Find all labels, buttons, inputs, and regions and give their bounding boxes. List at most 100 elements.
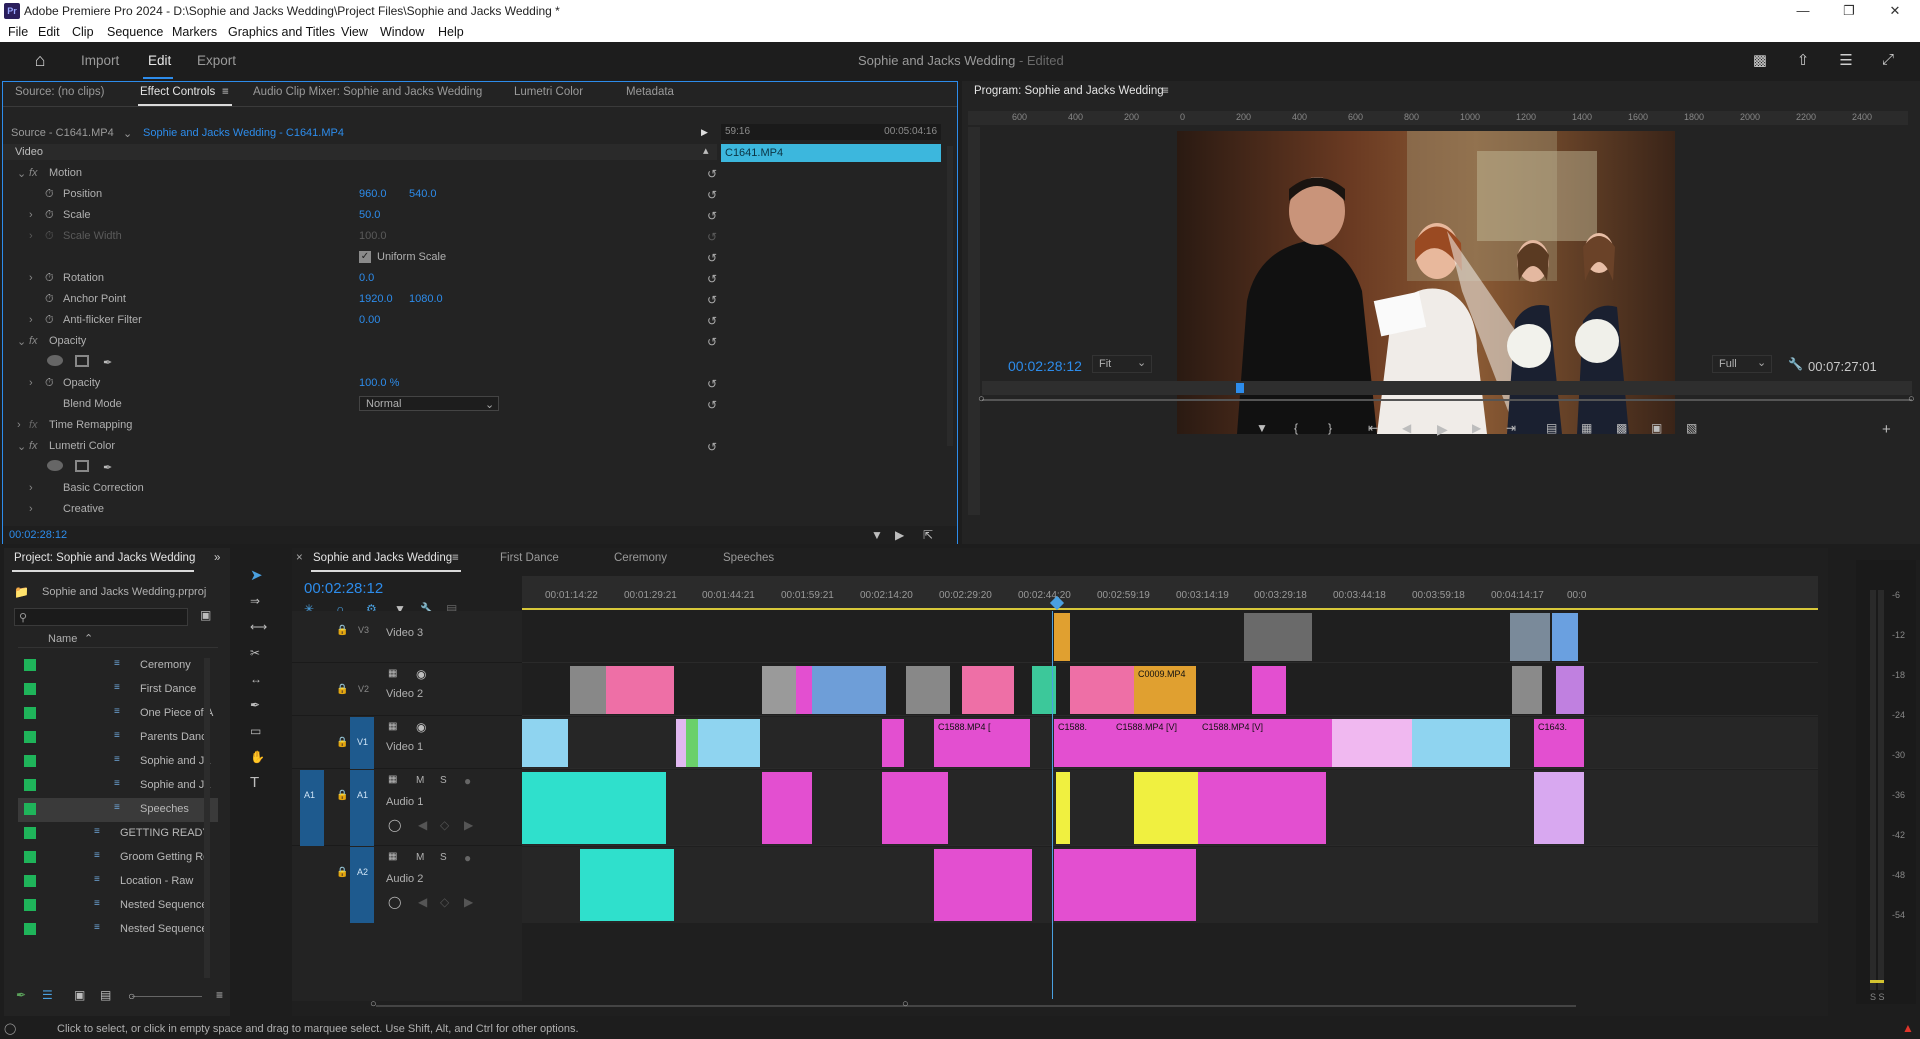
timeline-ruler[interactable]: 00:01:14:22 00:01:29:21 00:01:44:21 00:0… xyxy=(522,576,1818,610)
video-clip[interactable] xyxy=(1512,666,1542,714)
tab-sequence-main[interactable]: Sophie and Jacks Wedding xyxy=(313,552,452,564)
pen-tool-icon[interactable]: ✒ xyxy=(250,698,260,712)
track-target-a2[interactable] xyxy=(350,847,374,923)
track-select-tool-icon[interactable]: ⇒ xyxy=(250,594,260,608)
close-icon[interactable]: ✕ xyxy=(1872,0,1918,22)
export-frame-icon[interactable]: ⇱ xyxy=(923,528,933,542)
stopwatch-icon[interactable]: ⏱ xyxy=(45,293,54,306)
quick-export-icon[interactable]: ▩ xyxy=(1750,51,1770,71)
track-tag[interactable]: V1 xyxy=(357,737,368,747)
maximize-icon[interactable]: ❐ xyxy=(1826,0,1872,22)
voiceover-mic-icon[interactable]: ● xyxy=(464,851,471,865)
audio-clip[interactable] xyxy=(1198,772,1326,844)
video-clip[interactable] xyxy=(1556,666,1584,714)
expand-chevron-icon[interactable]: ⌄ xyxy=(17,167,26,180)
new-bin-icon[interactable]: ▣ xyxy=(200,608,211,622)
audio-clip[interactable] xyxy=(1054,849,1196,921)
mute-button[interactable]: M xyxy=(416,775,424,786)
menu-window[interactable]: Window xyxy=(380,25,424,39)
lock-icon[interactable]: 🔒 xyxy=(336,867,348,878)
ellipse-mask-icon[interactable] xyxy=(47,460,63,471)
pen-mask-icon[interactable]: ✒ xyxy=(103,461,112,474)
add-button-icon[interactable]: + xyxy=(1882,421,1891,438)
add-keyframe-icon[interactable]: ◇ xyxy=(440,818,449,832)
stopwatch-icon[interactable]: ⏱ xyxy=(45,377,54,390)
audio-clip[interactable] xyxy=(882,772,948,844)
video-clip[interactable] xyxy=(796,666,812,714)
video-clip[interactable]: C0009.MP4 xyxy=(1134,666,1196,714)
expand-arrow-icon[interactable]: › xyxy=(29,272,33,284)
zoom-bar[interactable] xyxy=(982,399,1912,401)
comparison-view-icon[interactable]: ▣ xyxy=(1651,421,1662,435)
menu-edit[interactable]: Edit xyxy=(38,25,60,39)
mini-clip[interactable]: C1641.MP4 xyxy=(721,144,941,162)
video-clip[interactable] xyxy=(570,666,606,714)
ec-timecode[interactable]: 00:02:28:12 xyxy=(9,529,67,541)
video-clip[interactable] xyxy=(1252,666,1286,714)
rectangle-mask-icon[interactable] xyxy=(75,355,89,367)
mute-button[interactable]: M xyxy=(416,852,424,863)
menu-help[interactable]: Help xyxy=(438,25,464,39)
prev-keyframe-icon[interactable]: ◀ xyxy=(418,818,427,832)
scroll-handle-right-icon[interactable]: ○ xyxy=(902,998,909,1010)
audio-clip[interactable] xyxy=(1134,772,1198,844)
solo-button[interactable]: S xyxy=(440,852,447,863)
razor-tool-icon[interactable]: ✂ xyxy=(250,646,260,660)
timeline-timecode[interactable]: 00:02:28:12 xyxy=(304,580,383,597)
playhead-line[interactable] xyxy=(1052,611,1053,999)
play-arrow-icon[interactable]: ▶ xyxy=(701,127,708,138)
video-clip[interactable]: C1588.MP4 [V] xyxy=(1112,719,1198,767)
track-lane-v3[interactable] xyxy=(522,611,1818,663)
fx-icon[interactable]: fx xyxy=(29,440,38,452)
hand-tool-icon[interactable]: ✋ xyxy=(250,750,265,764)
rotation-value[interactable]: 0.0 xyxy=(359,272,374,284)
antiflicker-value[interactable]: 0.00 xyxy=(359,314,380,326)
lift-icon[interactable]: ▤ xyxy=(1546,421,1557,435)
video-clip[interactable] xyxy=(1412,719,1510,767)
zoom-slider-handle-icon[interactable]: ○ xyxy=(128,989,135,1003)
solo-button[interactable]: S xyxy=(440,775,447,786)
video-clip[interactable]: C1588. xyxy=(1054,719,1112,767)
track-tag[interactable]: A2 xyxy=(357,867,368,877)
video-clip[interactable] xyxy=(882,719,904,767)
selection-tool-icon[interactable]: ➤ xyxy=(250,566,263,584)
freeform-view-icon[interactable]: ▤ xyxy=(100,988,111,1002)
program-title[interactable]: Program: Sophie and Jacks Wedding xyxy=(974,85,1164,97)
sync-lock-icon[interactable]: ▦ xyxy=(388,851,397,862)
nav-import[interactable]: Import xyxy=(81,53,119,68)
collapse-caret-icon[interactable]: ▴ xyxy=(703,144,709,157)
anchor-y-value[interactable]: 1080.0 xyxy=(409,293,443,305)
video-clip[interactable] xyxy=(1510,613,1550,661)
rectangle-mask-icon[interactable] xyxy=(75,460,89,472)
ripple-edit-tool-icon[interactable]: ⟷ xyxy=(250,620,267,634)
track-area[interactable]: C0009.MP4 C1588.MP4 [C1588. C1588.MP4 [V] C… xyxy=(522,611,1818,999)
icon-view-icon[interactable]: ▣ xyxy=(74,988,85,1002)
track-tag[interactable]: A1 xyxy=(357,790,368,800)
video-clip[interactable] xyxy=(606,666,674,714)
home-icon[interactable]: ⌂ xyxy=(30,50,50,70)
video-clip[interactable] xyxy=(812,666,886,714)
slip-tool-icon[interactable]: ↔ xyxy=(250,672,262,686)
project-item[interactable]: ≡ Parents Danc xyxy=(18,726,218,750)
sync-lock-icon[interactable]: ▦ xyxy=(388,668,397,679)
reset-icon[interactable]: ↺ xyxy=(707,293,717,307)
project-scrollbar[interactable] xyxy=(204,658,210,978)
pencil-icon[interactable]: ✒ xyxy=(16,988,26,1002)
project-item[interactable]: ≡ First Dance xyxy=(18,678,218,702)
lock-icon[interactable]: 🔒 xyxy=(336,737,348,748)
video-clip[interactable] xyxy=(1070,666,1134,714)
extract-icon[interactable]: ▦ xyxy=(1581,421,1592,435)
play-only-icon[interactable]: ▶ xyxy=(895,528,904,542)
expand-chevron-icon[interactable]: ⌄ xyxy=(17,335,26,348)
menu-view[interactable]: View xyxy=(341,25,368,39)
zoom-slider[interactable] xyxy=(132,996,202,997)
ec-scrollbar[interactable] xyxy=(947,146,953,446)
tab-first-dance[interactable]: First Dance xyxy=(500,552,559,564)
track-tag[interactable]: V3 xyxy=(358,625,369,635)
expand-arrow-icon[interactable]: › xyxy=(29,209,33,221)
menu-file[interactable]: File xyxy=(8,25,28,39)
export-frame-icon[interactable]: ▩ xyxy=(1616,421,1627,435)
go-to-in-icon[interactable]: ⇤ xyxy=(1368,421,1378,435)
video-clip[interactable]: C1643. xyxy=(1534,719,1584,767)
next-keyframe-icon[interactable]: ▶ xyxy=(464,895,473,909)
